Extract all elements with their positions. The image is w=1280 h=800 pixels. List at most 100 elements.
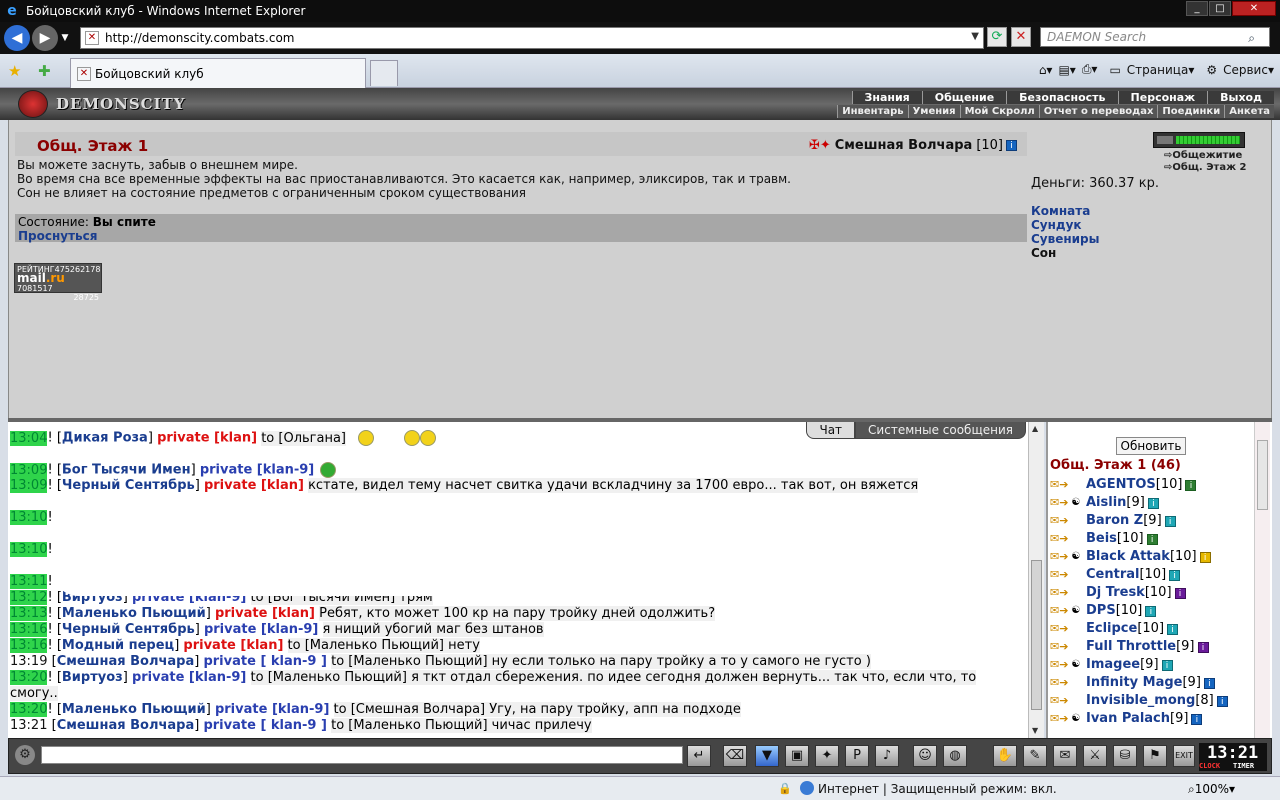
chat-nick[interactable]: Виртуоз bbox=[62, 670, 123, 685]
tab-active[interactable]: ✕ Бойцовский клуб bbox=[70, 58, 366, 88]
history-dropdown-icon[interactable]: ▼ bbox=[58, 25, 72, 51]
menu-item-profile[interactable]: Анкета bbox=[1224, 105, 1274, 118]
refresh-icon[interactable]: ⟳ bbox=[987, 27, 1007, 47]
user-name[interactable]: Central bbox=[1086, 566, 1139, 584]
search-input[interactable]: DAEMON Search ⌕ bbox=[1040, 27, 1270, 47]
info-icon[interactable]: i bbox=[1197, 641, 1209, 653]
private-message-icon[interactable]: ✉➔ bbox=[1050, 677, 1070, 689]
tools-menu[interactable]: ⚙ Сервис▾ bbox=[1200, 63, 1274, 77]
chat-timestamp[interactable]: 13:20 bbox=[10, 702, 48, 717]
info-icon[interactable]: i bbox=[1147, 497, 1159, 509]
private-message-icon[interactable]: ✉➔ bbox=[1050, 713, 1070, 725]
chat-nick[interactable]: Черный Сентябрь bbox=[62, 478, 195, 493]
search-icon[interactable]: ⌕ bbox=[1248, 29, 1255, 47]
chat-private-tag[interactable]: private [klan-9] bbox=[215, 702, 329, 717]
chat-private-tag[interactable]: private [ klan-9 ] bbox=[203, 718, 326, 733]
chat-private-tag[interactable]: private [klan] bbox=[157, 431, 257, 446]
menu-item-security[interactable]: Безопасность bbox=[1006, 91, 1118, 104]
chat-timestamp[interactable]: 13:11 bbox=[10, 574, 48, 589]
private-message-icon[interactable]: ✉➔ bbox=[1050, 551, 1070, 563]
game-logo[interactable]: DEMONSCITY bbox=[18, 90, 185, 118]
info-icon[interactable]: i bbox=[1146, 533, 1158, 545]
menu-item-communication[interactable]: Общение bbox=[921, 91, 1007, 104]
address-field[interactable]: ✕ http://demonscity.combats.com ▼ bbox=[80, 27, 984, 49]
maximize-button[interactable]: □ bbox=[1209, 1, 1231, 16]
menu-item-skills[interactable]: Умения bbox=[907, 105, 960, 118]
save-log-icon[interactable]: ▣ bbox=[785, 745, 809, 767]
chat-private-tag[interactable]: private [klan-9] bbox=[204, 622, 318, 637]
flag-icon[interactable]: ⚑ bbox=[1143, 745, 1167, 767]
exit-link-floor-2[interactable]: ⇨Общ. Этаж 2 bbox=[1164, 162, 1246, 174]
info-icon[interactable]: i bbox=[1199, 551, 1211, 563]
character-name[interactable]: Смешная Волчара bbox=[835, 138, 973, 153]
chat-private-tag[interactable]: private [klan-9] bbox=[200, 463, 314, 478]
chat-nick[interactable]: Смешная Волчара bbox=[57, 654, 195, 669]
user-name[interactable]: DPS bbox=[1086, 602, 1116, 620]
feeds-icon[interactable]: ▤▾ bbox=[1058, 63, 1075, 77]
chat-timestamp[interactable]: 13:09 bbox=[10, 462, 48, 478]
filter-icon[interactable]: ▼ bbox=[755, 745, 779, 767]
users-scroll-thumb[interactable] bbox=[1257, 440, 1268, 510]
menu-item-my-scroll[interactable]: Мой Скролл bbox=[959, 105, 1039, 118]
mail-icon[interactable]: ✉ bbox=[1053, 745, 1077, 767]
fighter-icon[interactable]: ✦ bbox=[815, 745, 839, 767]
chat-message-input[interactable] bbox=[41, 746, 683, 764]
info-icon[interactable]: i bbox=[1185, 479, 1197, 491]
chat-timestamp[interactable]: 13:21 bbox=[10, 718, 47, 733]
scroll-up-icon[interactable]: ▲ bbox=[1032, 424, 1038, 433]
users-scrollbar[interactable] bbox=[1254, 422, 1270, 738]
chat-timestamp[interactable]: 13:13 bbox=[10, 606, 48, 621]
chat-timestamp[interactable]: 13:16 bbox=[10, 622, 48, 637]
chat-timestamp[interactable]: 13:09 bbox=[10, 478, 48, 493]
chat-nick[interactable]: Маленько Пьющий bbox=[62, 702, 206, 717]
private-message-icon[interactable]: ✉➔ bbox=[1050, 497, 1070, 509]
action-chest[interactable]: Сундук bbox=[1031, 218, 1100, 232]
menu-item-transfer-report[interactable]: Отчет о переводах bbox=[1038, 105, 1158, 118]
info-icon[interactable]: i bbox=[1167, 623, 1179, 635]
info-icon[interactable]: i bbox=[1161, 659, 1173, 671]
chat-private-tag[interactable]: private [klan] bbox=[204, 478, 304, 493]
info-icon[interactable]: i bbox=[1164, 515, 1176, 527]
minimize-button[interactable]: _ bbox=[1186, 1, 1208, 16]
chat-nick[interactable]: Модный перец bbox=[62, 638, 174, 653]
info-icon[interactable]: i bbox=[1174, 587, 1186, 599]
new-tab-button[interactable] bbox=[370, 60, 398, 86]
forward-icon[interactable]: ▶ bbox=[32, 25, 58, 51]
user-name[interactable]: Infinity Mage bbox=[1086, 674, 1182, 692]
address-dropdown-icon[interactable]: ▼ bbox=[971, 31, 979, 42]
chat-private-tag[interactable]: private [klan] bbox=[215, 606, 315, 621]
wake-up-link[interactable]: Проснуться bbox=[18, 229, 1024, 243]
user-name[interactable]: AGENTOS bbox=[1086, 476, 1156, 494]
menu-item-fights[interactable]: Поединки bbox=[1157, 105, 1225, 118]
action-room[interactable]: Комната bbox=[1031, 204, 1100, 218]
zone-text[interactable]: Интернет | Защищенный режим: вкл. bbox=[818, 782, 1057, 796]
private-message-icon[interactable]: ✉➔ bbox=[1050, 533, 1070, 545]
menu-item-character[interactable]: Персонаж bbox=[1117, 91, 1208, 104]
sound-icon[interactable]: ♪ bbox=[875, 745, 899, 767]
send-icon[interactable]: ↵ bbox=[687, 745, 711, 767]
refresh-users-button[interactable]: Обновить bbox=[1116, 437, 1186, 455]
chat-scroll-thumb[interactable] bbox=[1031, 560, 1042, 710]
chat-nick[interactable]: Бог Тысячи Имен bbox=[62, 463, 191, 478]
private-message-icon[interactable]: ✉➔ bbox=[1050, 479, 1070, 491]
chat-timestamp[interactable]: 13:04 bbox=[10, 430, 48, 446]
chat-private-tag[interactable]: private [klan] bbox=[183, 638, 283, 653]
chat-nick[interactable]: Смешная Волчара bbox=[57, 718, 195, 733]
mailru-rating-counter[interactable]: РЕЙТИНГ475262178 mail.ru 7081517 28725 bbox=[14, 263, 102, 302]
info-icon[interactable]: i bbox=[1145, 605, 1157, 617]
chat-timestamp[interactable]: 13:19 bbox=[10, 654, 47, 669]
user-name[interactable]: Full Throttle bbox=[1086, 638, 1176, 656]
exit-link-dorm[interactable]: ⇨Общежитие bbox=[1164, 150, 1246, 162]
favorites-star-icon[interactable]: ★ bbox=[8, 62, 21, 80]
user-name[interactable]: Baron Z bbox=[1086, 512, 1143, 530]
game-clock[interactable]: 13:21 CLOCK TIMER bbox=[1199, 743, 1267, 771]
chat-timestamp[interactable]: 13:10 bbox=[10, 542, 48, 557]
private-icon[interactable]: P bbox=[845, 745, 869, 767]
user-name[interactable]: Eclipce bbox=[1086, 620, 1137, 638]
chat-private-tag[interactable]: private [ klan-9 ] bbox=[203, 654, 326, 669]
fight-icon[interactable]: ⚔ bbox=[1083, 745, 1107, 767]
info-icon[interactable]: i bbox=[1216, 695, 1228, 707]
chat-timestamp[interactable]: 13:20 bbox=[10, 670, 48, 685]
exit-icon[interactable]: EXIT bbox=[1173, 745, 1195, 767]
home-icon[interactable]: ⌂▾ bbox=[1039, 63, 1053, 77]
